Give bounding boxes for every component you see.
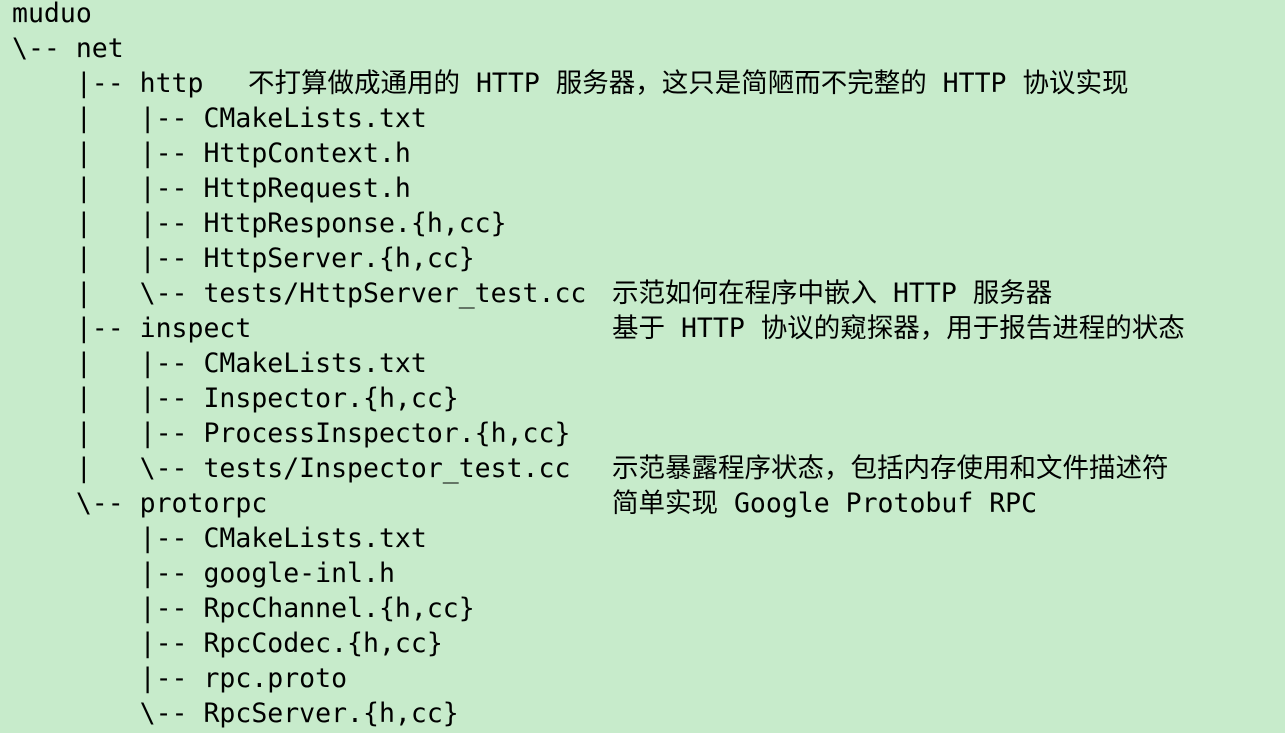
tree-line: |-- RpcCodec.{h,cc} [12,627,443,661]
tree-line: | \-- tests/HttpServer_test.cc [12,277,587,311]
tree-line: | |-- HttpResponse.{h,cc} [12,207,507,241]
tree-line: \-- protorpc [12,487,267,521]
tree-entry: \-- protorpc [12,488,268,519]
tree-comment: 基于 HTTP 协议的窥探器，用于报告进程的状态 [612,313,1185,344]
tree-entry: | |-- CMakeLists.txt [12,103,427,134]
tree-entry: \-- RpcServer.{h,cc} [12,698,459,729]
tree-line: | |-- HttpContext.h [12,137,411,171]
tree-entry: | \-- tests/Inspector_test.cc [12,453,571,484]
tree-line: \-- RpcServer.{h,cc} [12,697,459,731]
tree-comment: 简单实现 Google Protobuf RPC [612,488,1038,519]
tree-line: muduo [12,0,92,31]
tree-entry: | |-- HttpServer.{h,cc} [12,243,475,274]
tree-line: |-- CMakeLists.txt [12,522,427,556]
tree-entry: |-- RpcCodec.{h,cc} [12,628,443,659]
tree-line: | \-- tests/Inspector_test.cc [12,452,571,486]
tree-line: | |-- Inspector.{h,cc} [12,382,459,416]
tree-entry: | |-- Inspector.{h,cc} [12,383,459,414]
directory-tree: muduo \-- net |-- http 不打算做成通用的 HTTP 服务器，… [0,0,1285,733]
tree-entry: | |-- CMakeLists.txt [12,348,427,379]
tree-line: |-- google-inl.h [12,557,395,591]
tree-comment: 示范暴露程序状态，包括内存使用和文件描述符 [612,453,1169,484]
tree-comment: 示范如何在程序中嵌入 HTTP 服务器 [612,278,1053,309]
tree-line: | |-- ProcessInspector.{h,cc} [12,417,571,451]
tree-entry: |-- inspect [12,313,252,344]
tree-line: | |-- CMakeLists.txt [12,347,427,381]
tree-line: | |-- HttpServer.{h,cc} [12,242,475,276]
tree-entry: |-- http [12,68,252,99]
tree-entry: muduo [12,0,92,29]
tree-entry: \-- net [12,33,124,64]
tree-line: |-- rpc.proto [12,662,347,696]
tree-entry: |-- google-inl.h [12,558,395,589]
tree-entry: |-- rpc.proto [12,663,348,694]
tree-comment: 不打算做成通用的 HTTP 服务器，这只是简陋而不完整的 HTTP 协议实现 [248,68,1129,99]
tree-entry: | \-- tests/HttpServer_test.cc [12,278,587,309]
tree-entry: |-- CMakeLists.txt [12,523,427,554]
tree-entry: | |-- ProcessInspector.{h,cc} [12,418,571,449]
tree-line: \-- net [12,32,124,66]
tree-line: | |-- CMakeLists.txt [12,102,427,136]
tree-entry: | |-- HttpResponse.{h,cc} [12,208,507,239]
tree-entry: | |-- HttpRequest.h [12,173,411,204]
tree-line: | |-- HttpRequest.h [12,172,411,206]
tree-line: |-- inspect [12,312,252,346]
tree-line: |-- RpcChannel.{h,cc} [12,592,475,626]
tree-line: |-- http [12,67,251,101]
tree-entry: |-- RpcChannel.{h,cc} [12,593,475,624]
tree-entry: | |-- HttpContext.h [12,138,411,169]
